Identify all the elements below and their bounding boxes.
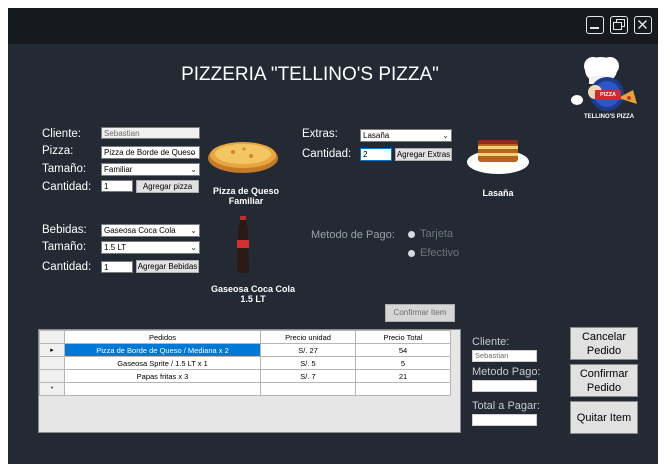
bottle-caption: Gaseosa Coca Cola 1.5 LT — [210, 284, 296, 304]
page-title: PIZZERIA "TELLINO'S PIZZA" — [181, 64, 439, 85]
cell-precio-unidad[interactable]: S/. 7 — [260, 369, 356, 383]
bebidas-tamano-label: Tamaño: — [42, 241, 87, 253]
metodo-pago-label: Metodo de Pago: — [311, 229, 395, 241]
chevron-down-icon: ⌄ — [190, 243, 197, 252]
summary-total-field — [472, 414, 537, 426]
column-header-pedidos[interactable]: Pedidos — [64, 330, 261, 344]
summary-total-label: Total a Pagar: — [472, 400, 540, 412]
close-icon[interactable] — [634, 16, 652, 34]
chevron-down-icon: ⌄ — [190, 165, 197, 174]
column-header-precio-unidad[interactable]: Precio unidad — [260, 330, 356, 344]
table-row[interactable]: ▸ Pizza de Borde de Queso / Mediana x 2 … — [39, 343, 451, 357]
summary-cliente-field: Sebastian — [472, 350, 537, 362]
logo-text: TELLINO'S PIZZA — [583, 114, 635, 120]
bebidas-select-value: Gaseosa Coca Cola — [104, 226, 176, 235]
cell-precio-total[interactable]: 21 — [355, 369, 451, 383]
confirmar-item-button[interactable]: Confirmar Item — [385, 304, 455, 322]
cantidad-bebidas-input[interactable]: 1 — [101, 261, 133, 273]
lasana-image — [466, 134, 530, 176]
chevron-down-icon: ⌄ — [442, 131, 449, 140]
pedidos-table: Pedidos Precio unidad Precio Total ▸ Piz… — [39, 330, 451, 396]
extras-select[interactable]: Lasaña ⌄ — [360, 129, 452, 142]
cantidad-label: Cantidad: — [42, 181, 92, 193]
efectivo-radio[interactable] — [408, 250, 415, 257]
chevron-down-icon: ⌄ — [190, 148, 197, 157]
pizza-caption: Pizza de Queso Familiar — [212, 186, 280, 206]
extras-cantidad-label: Cantidad: — [302, 148, 352, 160]
table-row[interactable]: Papas fritas x 3 S/. 7 21 — [39, 369, 451, 383]
extras-label: Extras: — [302, 128, 338, 140]
current-row-marker: ▸ — [39, 343, 65, 357]
efectivo-radio-label: Efectivo — [420, 247, 460, 259]
bebidas-tamano-value: 1.5 LT — [104, 243, 127, 252]
summary-metodo-label: Metodo Pago: — [472, 366, 541, 378]
summary-cliente-label: Cliente: — [472, 336, 510, 348]
cell-pedido[interactable]: Papas fritas x 3 — [64, 369, 261, 383]
summary-metodo-field — [472, 380, 537, 392]
new-row-marker: * — [39, 382, 65, 396]
bebidas-tamano-select[interactable]: 1.5 LT ⌄ — [101, 241, 200, 254]
logo-badge-text: PIZZA — [600, 92, 616, 98]
bebidas-cantidad-label: Cantidad: — [42, 261, 92, 273]
lasana-caption: Lasaña — [482, 188, 514, 198]
tarjeta-radio-label: Tarjeta — [420, 228, 454, 240]
cancelar-pedido-button[interactable]: Cancelar Pedido — [570, 327, 638, 360]
cell-precio-total[interactable]: 54 — [355, 343, 451, 357]
pedidos-grid[interactable]: Pedidos Precio unidad Precio Total ▸ Piz… — [38, 329, 461, 433]
cell-precio-unidad[interactable]: S/. 5 — [260, 356, 356, 370]
cancelar-pedido-label: Cancelar Pedido — [581, 330, 627, 357]
cell-pedido[interactable]: Pizza de Borde de Queso / Mediana x 2 — [64, 343, 261, 357]
chevron-down-icon: ⌄ — [190, 226, 197, 235]
pizza-select-value: Pizza de Borde de Queso — [104, 148, 196, 157]
quitar-item-button[interactable]: Quitar Item — [570, 401, 638, 434]
confirmar-pedido-label: Confirmar Pedido — [579, 367, 629, 394]
logo: PIZZA TELLINO'S PIZZA — [565, 52, 647, 128]
tamano-select-value: Familiar — [104, 165, 133, 174]
cliente-label: Cliente: — [42, 128, 81, 140]
pizza-select[interactable]: Pizza de Borde de Queso ⌄ — [101, 146, 200, 159]
pizza-label: Pizza: — [42, 145, 74, 157]
maximize-icon[interactable] — [610, 16, 628, 34]
confirmar-pedido-button[interactable]: Confirmar Pedido — [570, 364, 638, 397]
agregar-bebidas-button[interactable]: Agregar Bebidas — [136, 260, 199, 273]
agregar-extras-button[interactable]: Agregar Extras — [395, 148, 452, 161]
quitar-item-label: Quitar Item — [576, 411, 632, 424]
column-header-precio-total[interactable]: Precio Total — [355, 330, 451, 344]
title-bar — [8, 8, 658, 44]
extras-select-value: Lasaña — [363, 131, 390, 140]
minimize-icon[interactable] — [586, 16, 604, 34]
table-row[interactable]: Gaseosa Sprite / 1.5 LT x 1 S/. 5 5 — [39, 356, 451, 370]
tamano-label: Tamaño: — [42, 163, 87, 175]
table-header-row: Pedidos Precio unidad Precio Total — [39, 330, 451, 344]
table-new-row[interactable]: * — [39, 382, 451, 396]
cantidad-pizza-input[interactable]: 1 — [101, 180, 133, 192]
agregar-pizza-button[interactable]: Agregar pizza — [136, 180, 199, 193]
cell-pedido[interactable]: Gaseosa Sprite / 1.5 LT x 1 — [64, 356, 261, 370]
bebidas-select[interactable]: Gaseosa Coca Cola ⌄ — [101, 224, 200, 237]
cliente-input[interactable]: Sebastian — [101, 127, 200, 139]
pizza-image — [206, 134, 280, 176]
tarjeta-radio[interactable] — [408, 231, 415, 238]
cell-precio-total[interactable]: 5 — [355, 356, 451, 370]
tamano-select[interactable]: Familiar ⌄ — [101, 163, 200, 176]
bebidas-label: Bebidas: — [42, 224, 87, 236]
cantidad-extras-input[interactable]: 2 — [360, 148, 392, 161]
cell-precio-unidad[interactable]: S/. 27 — [260, 343, 356, 357]
bottle-image — [233, 216, 253, 274]
